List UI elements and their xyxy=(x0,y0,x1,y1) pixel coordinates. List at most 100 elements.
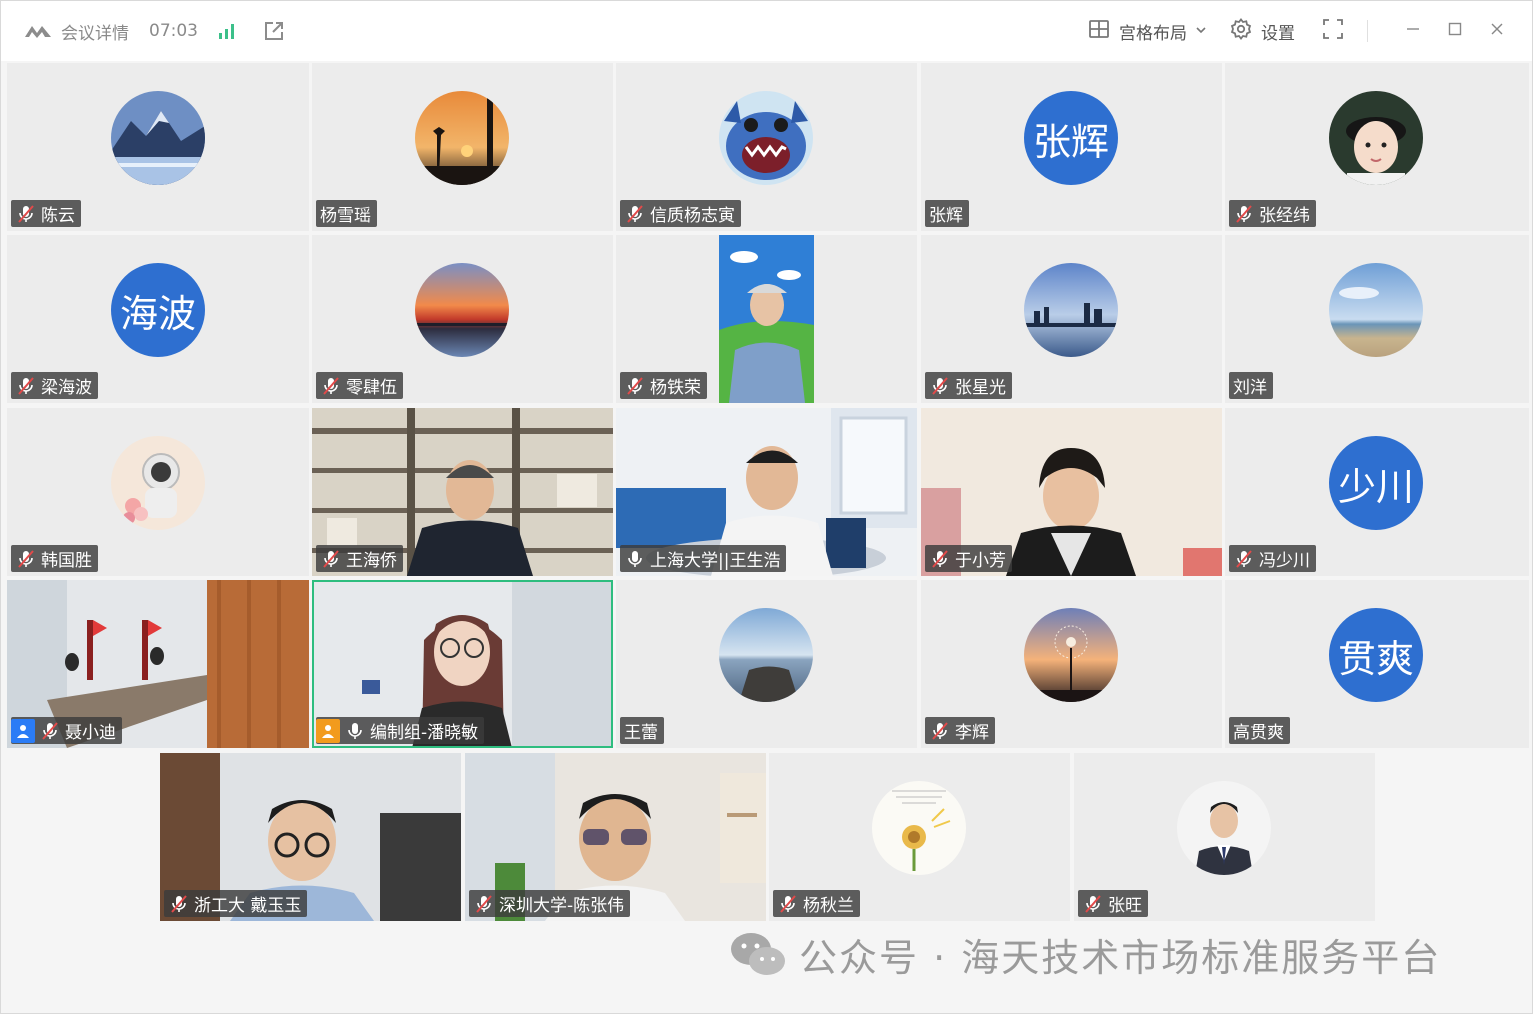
participant-nametag: 零肆伍 xyxy=(316,372,403,399)
settings-label: 设置 xyxy=(1261,23,1295,44)
network-signal-icon[interactable] xyxy=(216,21,238,41)
participant-name: 王海侨 xyxy=(346,551,397,571)
participant-tile[interactable]: 张旺 xyxy=(1074,753,1375,921)
participant-nametag: 高贯爽 xyxy=(1229,717,1290,744)
participant-tile[interactable]: 李辉 xyxy=(921,580,1222,748)
participant-nametag: 杨铁荣 xyxy=(620,372,707,399)
participant-avatar xyxy=(1024,263,1118,357)
participant-name: 杨雪瑶 xyxy=(320,206,371,226)
participant-nametag: 张星光 xyxy=(925,372,1012,399)
participant-nametag: 深圳大学-陈张伟 xyxy=(469,890,631,917)
participant-tile[interactable]: 刘洋 xyxy=(1225,235,1529,403)
mic-muted-icon xyxy=(320,375,342,397)
mic-muted-icon xyxy=(929,720,951,742)
participant-tile[interactable]: 陈云 xyxy=(7,63,309,231)
mic-muted-icon xyxy=(1082,893,1104,915)
participant-tile[interactable]: 张辉 张辉 xyxy=(921,63,1222,231)
fullscreen-icon xyxy=(1321,17,1345,46)
participant-name: 信质杨志寅 xyxy=(650,206,735,226)
participant-nametag: 杨雪瑶 xyxy=(316,200,377,227)
participant-tile[interactable]: 杨雪瑶 xyxy=(312,63,613,231)
participant-tile[interactable]: 少川 冯少川 xyxy=(1225,408,1529,576)
participant-nametag: 冯少川 xyxy=(1229,545,1316,572)
participant-tile[interactable]: 零肆伍 xyxy=(312,235,613,403)
participant-nametag: 浙工大 戴玉玉 xyxy=(164,890,308,917)
participant-avatar xyxy=(415,263,509,357)
participant-tile[interactable]: 信质杨志寅 xyxy=(616,63,917,231)
minimize-button[interactable] xyxy=(1392,21,1434,41)
participant-avatar xyxy=(111,91,205,185)
watermark-text: 公众号 · 海天技术市场标准服务平台 xyxy=(799,935,1442,980)
participant-name: 陈云 xyxy=(41,206,75,226)
participant-nametag: 韩国胜 xyxy=(11,545,98,572)
gear-icon xyxy=(1229,17,1253,46)
mic-muted-icon xyxy=(929,548,951,570)
participant-text-avatar: 少川 xyxy=(1329,436,1423,530)
close-button[interactable] xyxy=(1476,21,1518,41)
participant-tile[interactable]: 浙工大 戴玉玉 xyxy=(160,753,461,921)
participant-tile[interactable]: 张星光 xyxy=(921,235,1222,403)
title-bar: 会议详情 07:03 宫格布局 设置 xyxy=(1,1,1532,61)
participant-tile[interactable]: 杨秋兰 xyxy=(769,753,1070,921)
mic-muted-icon xyxy=(624,375,646,397)
meeting-window: 会议详情 07:03 宫格布局 设置 陈云 杨雪瑶 信质杨志寅 张辉 张辉 张经… xyxy=(0,0,1533,1014)
participant-name: 梁海波 xyxy=(41,378,92,398)
participant-text-avatar: 海波 xyxy=(111,263,205,357)
participant-nametag: 梁海波 xyxy=(11,372,98,399)
participant-nametag: 张经纬 xyxy=(1229,200,1316,227)
participant-name: 高贯爽 xyxy=(1233,723,1284,743)
participant-tile[interactable]: 海波 梁海波 xyxy=(7,235,309,403)
participant-name: 王蕾 xyxy=(624,723,658,743)
participant-tile[interactable]: 王海侨 xyxy=(312,408,613,576)
mic-muted-icon xyxy=(39,720,61,742)
minimize-icon xyxy=(1405,21,1421,41)
participant-tile[interactable]: 上海大学||王生浩 xyxy=(616,408,917,576)
wechat-icon xyxy=(729,929,787,979)
close-icon xyxy=(1489,21,1505,41)
grid-layout-button[interactable]: 宫格布局 xyxy=(1087,17,1207,46)
participant-avatar xyxy=(1024,608,1118,702)
toolbar-divider xyxy=(1367,20,1368,42)
participant-tile[interactable]: 杨铁荣 xyxy=(616,235,917,403)
participant-tile[interactable]: 深圳大学-陈张伟 xyxy=(465,753,766,921)
mic-muted-icon xyxy=(777,893,799,915)
title-bar-right: 宫格布局 设置 xyxy=(1087,1,1532,61)
participant-name: 李辉 xyxy=(955,723,989,743)
maximize-button[interactable] xyxy=(1434,21,1476,41)
settings-button[interactable]: 设置 xyxy=(1229,17,1295,46)
participant-name: 张星光 xyxy=(955,378,1006,398)
fullscreen-button[interactable] xyxy=(1321,17,1345,46)
grid-layout-label: 宫格布局 xyxy=(1119,23,1187,44)
participant-tile[interactable]: 聂小迪 xyxy=(7,580,309,748)
participant-nametag: 聂小迪 xyxy=(11,717,122,744)
participant-nametag: 信质杨志寅 xyxy=(620,200,741,227)
app-logo-icon xyxy=(23,21,53,41)
participant-nametag: 于小芳 xyxy=(925,545,1012,572)
participant-avatar xyxy=(1329,263,1423,357)
participant-name: 聂小迪 xyxy=(65,723,116,743)
participant-tile[interactable]: 编制组-潘晓敏 xyxy=(312,580,613,748)
participant-avatar xyxy=(719,91,813,185)
share-external-icon[interactable] xyxy=(262,19,286,43)
participant-tile[interactable]: 韩国胜 xyxy=(7,408,309,576)
mic-on-icon xyxy=(624,548,646,570)
participant-tile[interactable]: 王蕾 xyxy=(616,580,917,748)
participant-avatar xyxy=(415,91,509,185)
meeting-details-link[interactable]: 会议详情 xyxy=(61,19,129,44)
mic-muted-icon xyxy=(929,375,951,397)
participant-nametag: 编制组-潘晓敏 xyxy=(316,717,485,744)
mic-on-icon xyxy=(344,720,366,742)
participant-tile[interactable]: 张经纬 xyxy=(1225,63,1529,231)
participant-name: 深圳大学-陈张伟 xyxy=(499,896,625,916)
participant-tile[interactable]: 于小芳 xyxy=(921,408,1222,576)
participant-tile[interactable]: 贯爽 高贯爽 xyxy=(1225,580,1529,748)
participant-name: 编制组-潘晓敏 xyxy=(370,723,479,743)
participant-nametag: 上海大学||王生浩 xyxy=(620,545,787,572)
participant-name: 杨铁荣 xyxy=(650,378,701,398)
participant-name: 刘洋 xyxy=(1233,378,1267,398)
mic-muted-icon xyxy=(15,548,37,570)
participant-name: 上海大学||王生浩 xyxy=(650,551,781,571)
participant-nametag: 张旺 xyxy=(1078,890,1148,917)
participant-video xyxy=(719,235,814,403)
participant-name: 张旺 xyxy=(1108,896,1142,916)
